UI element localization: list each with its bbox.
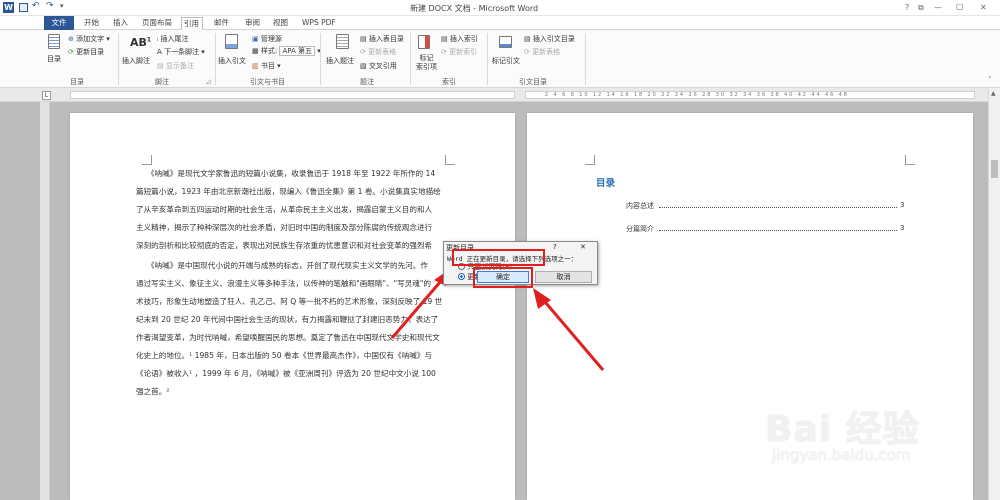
dialog-help-icon[interactable]: ? <box>553 243 557 251</box>
baidu-watermark-url: jingyan.baidu.com <box>772 446 911 464</box>
annotation-arrow-line <box>390 273 449 339</box>
dialog-close-icon[interactable]: ✕ <box>580 243 586 251</box>
option-highlight-box <box>452 249 545 266</box>
baidu-watermark-logo: Bai 经验 <box>765 409 920 450</box>
radio-checked-icon <box>458 273 465 280</box>
ok-highlight-box <box>473 267 533 288</box>
cancel-button[interactable]: 取消 <box>535 271 592 283</box>
annotation-arrow-line <box>538 295 605 371</box>
